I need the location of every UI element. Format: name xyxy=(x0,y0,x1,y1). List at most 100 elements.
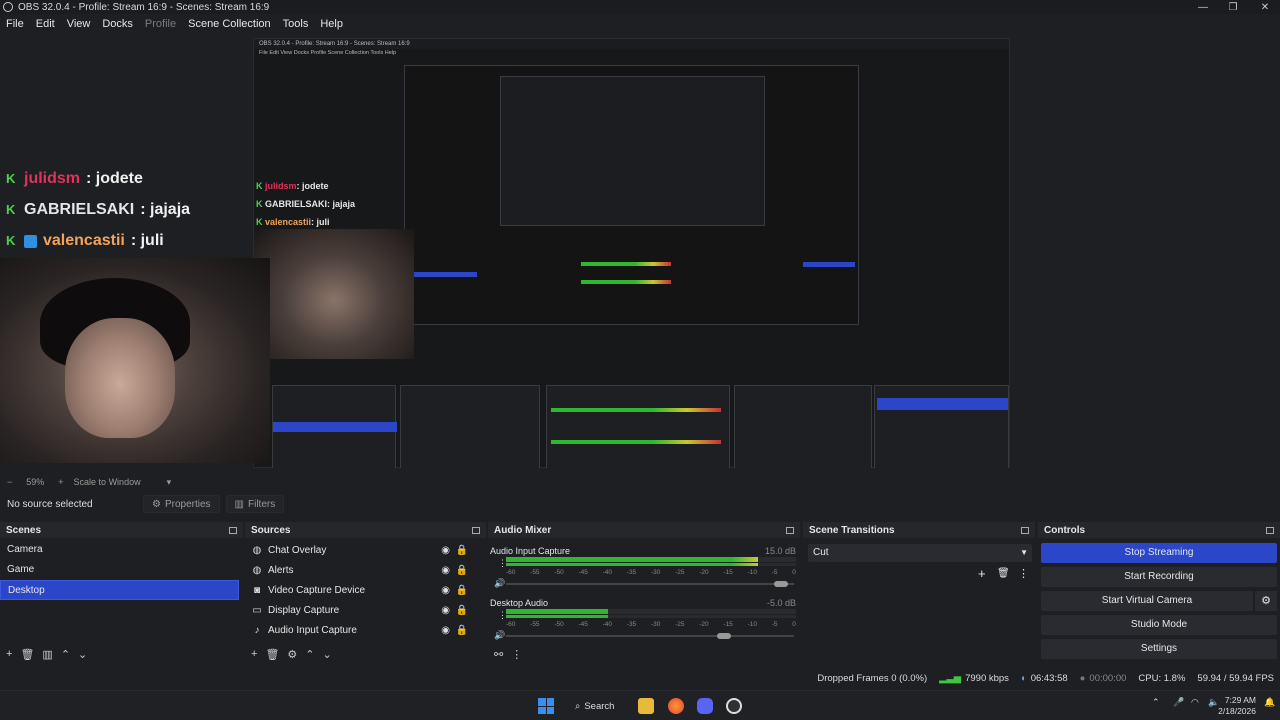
nested-transitions-dock xyxy=(734,385,872,468)
preview-canvas[interactable]: OBS 32.0.4 - Profile: Stream 16:9 - Scen… xyxy=(0,34,1018,468)
source-name: Chat Overlay xyxy=(268,544,327,556)
gear-icon[interactable]: ⚙ xyxy=(287,648,297,661)
trash-icon[interactable]: 🗑 xyxy=(265,648,279,661)
slider-knob[interactable] xyxy=(774,581,789,587)
firefox-icon[interactable] xyxy=(668,698,684,714)
menu-view[interactable]: View xyxy=(61,18,97,30)
bell-icon[interactable]: 🔔 xyxy=(1264,697,1275,708)
menu-scene-collection[interactable]: Scene Collection xyxy=(182,18,277,30)
settings-button[interactable]: Settings xyxy=(1041,639,1277,659)
move-down-icon[interactable]: ⌄ xyxy=(323,648,332,661)
source-item[interactable]: ◍ Alerts ◉ 🔒 xyxy=(245,560,486,580)
add-icon[interactable]: + xyxy=(978,566,986,581)
zoom-in-button[interactable]: + xyxy=(58,477,63,487)
chevron-up-icon[interactable]: ⌃ xyxy=(1152,697,1160,708)
filters-button[interactable]: ▥ Filters xyxy=(225,495,285,513)
zoom-mode[interactable]: Scale to Window xyxy=(74,477,141,487)
filter-icon[interactable]: ▥ xyxy=(42,648,52,661)
menu-profile[interactable]: Profile xyxy=(139,18,182,30)
sources-dock: Sources ◍ Chat Overlay ◉ 🔒 ◍ Alerts ◉ 🔒 … xyxy=(245,522,486,664)
link-icon[interactable]: ⚯ xyxy=(494,648,503,661)
microphone-icon[interactable]: 🎤 xyxy=(1173,697,1184,708)
close-button[interactable]: ✕ xyxy=(1250,0,1280,14)
eye-icon[interactable]: ◉ xyxy=(441,565,450,576)
kebab-icon[interactable]: ⋮ xyxy=(1018,567,1029,580)
microphone-icon: ♪ xyxy=(254,624,260,636)
speaker-icon[interactable]: 🔊 xyxy=(494,578,505,589)
channel-db: 15.0 dB xyxy=(764,546,796,556)
trash-icon[interactable]: 🗑 xyxy=(997,568,1010,579)
chat-user: valencastii xyxy=(43,232,125,249)
lock-icon[interactable]: 🔒 xyxy=(456,585,468,596)
source-item[interactable]: ▭ Display Capture ◉ 🔒 xyxy=(245,600,486,620)
speaker-icon[interactable]: 🔊 xyxy=(494,630,505,641)
lock-icon[interactable]: 🔒 xyxy=(456,565,468,576)
eye-icon[interactable]: ◉ xyxy=(441,625,450,636)
menu-edit[interactable]: Edit xyxy=(30,18,61,30)
chevron-down-icon[interactable]: ▾ xyxy=(167,477,172,488)
source-item[interactable]: ◙ Video Capture Device ◉ 🔒 xyxy=(245,580,486,600)
audio-mixer-body: Audio Input Capture 15.0 dB ⋮ -60 -55 -50-… xyxy=(488,540,800,644)
lock-icon[interactable]: 🔒 xyxy=(456,605,468,616)
scale-tick: -5 xyxy=(771,621,778,628)
clock[interactable]: 7:29 AM 2/18/2026 xyxy=(1218,695,1256,717)
menu-tools[interactable]: Tools xyxy=(277,18,315,30)
properties-button[interactable]: ⚙ Properties xyxy=(143,495,220,513)
undock-icon[interactable] xyxy=(1021,526,1029,534)
lock-icon[interactable]: 🔒 xyxy=(456,625,468,636)
maximize-button[interactable]: ❐ xyxy=(1218,0,1248,14)
scene-item[interactable]: Camera xyxy=(0,540,243,560)
kebab-icon[interactable]: ⋮ xyxy=(511,648,522,661)
transition-select[interactable]: Cut ▼ xyxy=(808,544,1032,562)
source-item[interactable]: ♪ Audio Input Capture ◉ 🔒 xyxy=(245,620,486,640)
add-icon[interactable]: + xyxy=(251,648,257,660)
move-up-icon[interactable]: ⌃ xyxy=(305,648,314,661)
chat-message: : jajaja xyxy=(140,201,191,218)
zoom-out-button[interactable]: − xyxy=(7,477,12,487)
stop-streaming-button[interactable]: Stop Streaming xyxy=(1041,543,1277,563)
obs-icon[interactable] xyxy=(726,698,742,714)
search-label: Search xyxy=(584,700,615,712)
nested-stop-streaming-button xyxy=(877,398,1008,410)
meter-fill xyxy=(506,615,608,618)
discord-icon[interactable] xyxy=(697,698,713,714)
chat-message: : juli xyxy=(130,232,164,249)
scale-tick: -25 xyxy=(675,621,685,628)
undock-icon[interactable] xyxy=(229,526,237,534)
studio-mode-button[interactable]: Studio Mode xyxy=(1041,615,1277,635)
nested-mixer-meter-b xyxy=(551,440,721,444)
start-recording-button[interactable]: Start Recording xyxy=(1041,567,1277,587)
file-explorer-icon[interactable] xyxy=(638,698,654,714)
add-icon[interactable]: + xyxy=(6,648,12,660)
volume-meter xyxy=(506,557,796,562)
menu-file[interactable]: File xyxy=(0,18,30,30)
undock-icon[interactable] xyxy=(472,526,480,534)
scenes-header: Scenes xyxy=(0,522,243,538)
virtual-camera-settings-icon[interactable]: ⚙ xyxy=(1255,591,1277,611)
move-down-icon[interactable]: ⌄ xyxy=(78,648,87,661)
volume-slider[interactable] xyxy=(506,581,794,587)
slider-knob[interactable] xyxy=(716,633,731,639)
minimize-button[interactable]: — xyxy=(1188,0,1218,14)
source-item[interactable]: ◍ Chat Overlay ◉ 🔒 xyxy=(245,540,486,560)
eye-icon[interactable]: ◉ xyxy=(441,585,450,596)
trash-icon[interactable]: 🗑 xyxy=(20,648,34,661)
scene-item[interactable]: Desktop xyxy=(0,580,239,600)
eye-icon[interactable]: ◉ xyxy=(441,605,450,616)
audio-mixer-header: Audio Mixer xyxy=(488,522,800,538)
eye-icon[interactable]: ◉ xyxy=(441,545,450,556)
sources-title: Sources xyxy=(251,524,291,536)
preview-area[interactable]: OBS 32.0.4 - Profile: Stream 16:9 - Scen… xyxy=(0,34,1280,474)
taskbar-search[interactable]: ⌕ Search xyxy=(567,696,625,716)
move-up-icon[interactable]: ⌃ xyxy=(61,648,70,661)
menu-docks[interactable]: Docks xyxy=(96,18,139,30)
volume-slider[interactable] xyxy=(506,633,794,639)
wifi-icon[interactable]: ◠ xyxy=(1191,697,1199,708)
menu-help[interactable]: Help xyxy=(314,18,349,30)
start-virtual-camera-button[interactable]: Start Virtual Camera xyxy=(1041,591,1253,611)
windows-start-icon[interactable] xyxy=(538,698,554,714)
scene-item[interactable]: Game xyxy=(0,560,243,580)
lock-icon[interactable]: 🔒 xyxy=(456,545,468,556)
undock-icon[interactable] xyxy=(786,526,794,534)
undock-icon[interactable] xyxy=(1266,526,1274,534)
